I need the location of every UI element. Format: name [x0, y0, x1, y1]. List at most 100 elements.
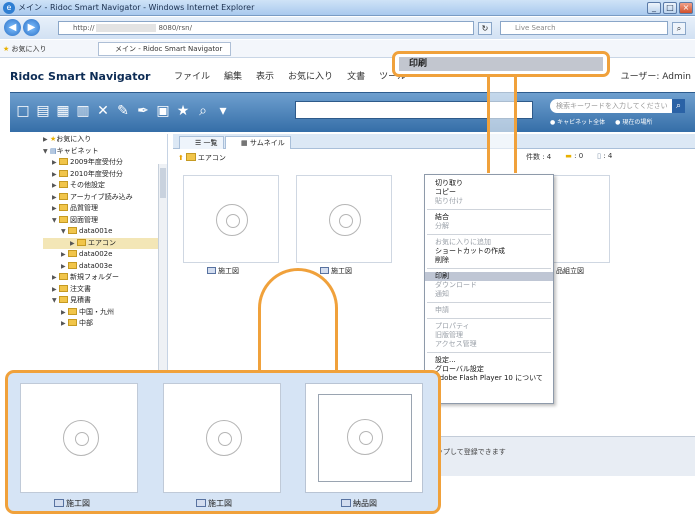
zoom-label-text: 施工図: [208, 499, 232, 508]
favorite-star-icon[interactable]: ★: [175, 103, 191, 119]
expand-icon[interactable]: ▶: [52, 157, 59, 169]
back-button[interactable]: ◀: [4, 19, 21, 36]
tab-thumbnail-label: サムネイル: [249, 139, 285, 147]
tree-item[interactable]: ▶ その他設定: [43, 180, 167, 192]
favorites-label[interactable]: お気に入り: [12, 45, 47, 53]
tab-thumbnail[interactable]: ▦ サムネイル: [225, 136, 291, 149]
forward-button[interactable]: ▶: [23, 19, 40, 36]
tree-item[interactable]: ▼ data001e: [43, 226, 167, 238]
tree-item[interactable]: ▶ アーカイブ読み込み: [43, 192, 167, 204]
ie-logo-icon: e: [3, 2, 15, 14]
copy-icon[interactable]: ▥: [75, 103, 91, 119]
thumbnail-card[interactable]: [296, 175, 392, 263]
expand-icon[interactable]: ▶: [70, 238, 77, 250]
tree-item[interactable]: ▶ 2010年度受付分: [43, 169, 167, 181]
context-menu-item[interactable]: コピー: [425, 188, 553, 197]
document-icon: [320, 267, 329, 274]
tree-item[interactable]: ▶ 中部: [43, 318, 167, 330]
menu-document[interactable]: 文書: [347, 66, 365, 88]
context-menu-item[interactable]: ショートカットの作成: [425, 247, 553, 256]
keyword-search-input[interactable]: 検索キーワードを入力してください: [550, 99, 678, 113]
search-tool-icon[interactable]: ⌕: [195, 103, 211, 119]
context-menu-item: ダウンロード: [435, 281, 477, 289]
tree-scroll-thumb[interactable]: [160, 168, 166, 198]
tree-item[interactable]: ▼ 図面管理: [43, 215, 167, 227]
tree-item[interactable]: ▶ data002e: [43, 249, 167, 261]
tree-item-label: 見積書: [70, 296, 91, 304]
tree-item[interactable]: ▶ 品質管理: [43, 203, 167, 215]
expand-icon[interactable]: ▶: [52, 284, 59, 296]
tree-item-label: data001e: [79, 227, 113, 235]
export-icon[interactable]: ▣: [155, 103, 171, 119]
browser-tab[interactable]: メイン - Ridoc Smart Navigator: [98, 42, 232, 56]
folder-count: ▬ : 0: [565, 152, 584, 160]
radio-current-location[interactable]: ● 現在の場所: [615, 117, 652, 126]
context-menu-item[interactable]: 設定...: [425, 356, 553, 365]
collapse-icon[interactable]: ▼: [52, 295, 59, 307]
tree-cabinet[interactable]: ▼ ▤キャビネット: [43, 146, 167, 158]
radio-cabinet-all[interactable]: ● キャビネット全体: [550, 117, 605, 126]
tree-item[interactable]: ▼ 見積書: [43, 295, 167, 307]
expand-icon[interactable]: ▶: [52, 272, 59, 284]
expand-icon[interactable]: ▶: [61, 307, 68, 319]
tree-item[interactable]: ▶ エアコン: [43, 237, 167, 250]
expand-icon[interactable]: ▶: [52, 169, 59, 181]
live-search-input[interactable]: Live Search: [500, 21, 668, 35]
expand-icon[interactable]: ▶: [61, 249, 68, 261]
collapse-icon[interactable]: ▼: [61, 226, 68, 238]
search-go-icon[interactable]: ⌕: [672, 99, 685, 113]
maximize-button[interactable]: □: [663, 2, 677, 14]
stamp-icon[interactable]: ✒: [135, 103, 151, 119]
edit-icon[interactable]: ✎: [115, 103, 131, 119]
window-title: メイン - Ridoc Smart Navigator - Windows In…: [18, 3, 255, 12]
window-title-bar: e メイン - Ridoc Smart Navigator - Windows …: [0, 0, 695, 16]
up-folder-icon[interactable]: ⬆: [178, 154, 184, 162]
tree-scrollbar[interactable]: [158, 164, 167, 374]
app-menu: ファイル 編集 表示 お気に入り 文書 ツール: [174, 66, 406, 88]
expand-icon[interactable]: ▶: [52, 203, 59, 215]
tab-list-label: 一覧: [203, 139, 218, 147]
breadcrumb-folder: エアコン: [197, 154, 226, 162]
scan-icon[interactable]: ▤: [35, 103, 51, 119]
expand-icon[interactable]: ▶: [61, 261, 68, 273]
expand-icon[interactable]: ▶: [52, 180, 59, 192]
expand-icon[interactable]: ▶: [52, 192, 59, 204]
tree-item[interactable]: ▶ 新規フォルダー: [43, 272, 167, 284]
register-icon[interactable]: ▦: [55, 103, 71, 119]
new-document-icon[interactable]: □: [15, 103, 31, 119]
delete-icon[interactable]: ✕: [95, 103, 111, 119]
tree-item[interactable]: ▶ 注文書: [43, 284, 167, 296]
menu-file[interactable]: ファイル: [174, 66, 210, 88]
search-icon[interactable]: ⌕: [672, 22, 686, 35]
menu-view[interactable]: 表示: [256, 66, 274, 88]
dropdown-icon[interactable]: ▾: [215, 103, 231, 119]
tree-item[interactable]: ▶ 中国・九州: [43, 307, 167, 319]
tab-list[interactable]: ☰ 一覧: [179, 136, 224, 149]
context-menu-item[interactable]: Adobe Flash Player 10 について: [425, 374, 553, 383]
tree-item[interactable]: ▶ data003e: [43, 261, 167, 273]
tree-item[interactable]: ▶ 2009年度受付分: [43, 157, 167, 169]
menu-favorites[interactable]: お気に入り: [288, 66, 333, 88]
collapse-icon[interactable]: ▼: [52, 215, 59, 227]
tree-item-label: 注文書: [70, 284, 91, 293]
context-menu-item[interactable]: グローバル設定: [425, 365, 553, 374]
close-button[interactable]: ×: [679, 2, 693, 14]
tree-favorites[interactable]: ▶ ★お気に入り: [43, 134, 167, 146]
minimize-button[interactable]: _: [647, 2, 661, 14]
url-input[interactable]: http:// 8080/rsn/: [58, 21, 474, 35]
zoom-label-text: 施工図: [66, 499, 90, 508]
context-menu-item[interactable]: 印刷: [425, 272, 553, 281]
expand-icon[interactable]: ▶: [61, 318, 68, 330]
context-menu-item[interactable]: 削除: [425, 256, 553, 265]
thumbnail-card[interactable]: [183, 175, 279, 263]
folder-icon: [68, 250, 77, 257]
tree-item-label: data002e: [79, 250, 113, 258]
context-menu-item[interactable]: 結合: [425, 213, 553, 222]
content-tabs: ☰ 一覧 ▦ サムネイル: [173, 134, 695, 149]
tree-favorites-label: お気に入り: [56, 135, 92, 143]
context-menu-item[interactable]: 切り取り: [425, 179, 553, 188]
refresh-icon[interactable]: ↻: [478, 22, 492, 35]
menu-edit[interactable]: 編集: [224, 66, 242, 88]
print-callout-label: 印刷: [399, 57, 603, 71]
zoom-card: [20, 383, 138, 493]
